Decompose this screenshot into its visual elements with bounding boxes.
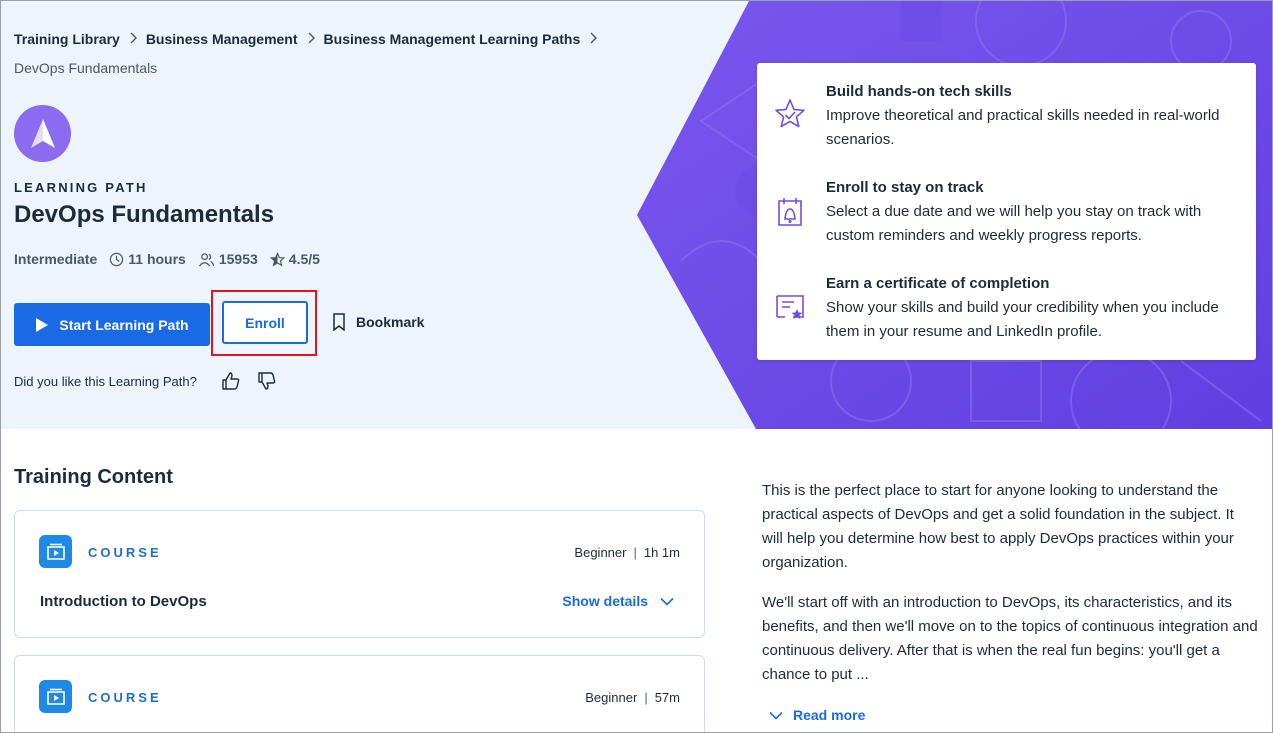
read-more-button[interactable]: Read more	[769, 707, 865, 723]
benefit-title: Build hands-on tech skills	[826, 83, 1012, 100]
bookmark-icon	[333, 313, 345, 331]
course-name[interactable]: Introduction to DevOps	[40, 593, 207, 610]
course-icon	[39, 535, 72, 568]
chevron-down-icon	[660, 597, 674, 606]
benefit-description: Show your skills and build your credibil…	[826, 299, 1219, 340]
navigation-arrow-icon	[30, 118, 55, 148]
description-paragraph: We'll start off with an introduction to …	[762, 594, 1258, 683]
learners-info: 15953	[198, 251, 258, 267]
benefits-panel: Build hands-on tech skills Improve theor…	[757, 63, 1256, 360]
start-learning-path-label: Start Learning Path	[59, 316, 189, 333]
play-icon	[36, 317, 49, 332]
breadcrumb-business-management[interactable]: Business Management	[146, 31, 298, 47]
course-meta: Beginner | 57m	[585, 690, 680, 705]
rating-info: 4.5/5	[269, 251, 320, 267]
learning-path-logo	[14, 105, 71, 162]
chevron-right-icon	[129, 31, 137, 47]
calendar-bell-icon	[778, 198, 802, 226]
breadcrumb-learning-paths[interactable]: Business Management Learning Paths	[324, 31, 581, 47]
course-duration: 1h 1m	[643, 545, 680, 560]
chevron-right-icon	[589, 31, 598, 47]
benefit-title: Enroll to stay on track	[826, 179, 984, 196]
clock-icon	[110, 252, 124, 266]
show-details-button[interactable]: Show details	[562, 593, 674, 609]
benefit-description: Select a due date and we will help you s…	[826, 203, 1202, 244]
breadcrumb: Training Library Business Management Bus…	[14, 31, 606, 47]
course-type-label: COURSE	[88, 690, 162, 705]
duration-info: 11 hours	[109, 251, 186, 267]
feedback-row: Did you like this Learning Path?	[14, 371, 277, 391]
hero-banner: Training Library Business Management Bus…	[1, 1, 1272, 429]
bookmark-label: Bookmark	[356, 314, 425, 330]
chevron-right-icon	[307, 31, 315, 47]
course-card[interactable]: COURSE Beginner | 57m	[14, 655, 705, 732]
page: Training Library Business Management Bus…	[0, 0, 1273, 733]
learners-count: 15953	[218, 251, 258, 267]
certificate-icon	[776, 295, 804, 319]
breadcrumb-current: DevOps Fundamentals	[14, 60, 158, 76]
course-meta: Beginner | 1h 1m	[574, 545, 680, 560]
thumbs-up-icon[interactable]	[221, 371, 241, 391]
course-icon	[39, 680, 72, 713]
course-card[interactable]: COURSE Beginner | 1h 1m Introduction to De…	[14, 510, 705, 638]
content-type-label: LEARNING PATH	[14, 180, 148, 195]
start-learning-path-button[interactable]: Start Learning Path	[14, 303, 210, 346]
training-content-title: Training Content	[14, 466, 173, 488]
show-details-label: Show details	[562, 593, 648, 609]
course-duration: 57m	[654, 690, 680, 705]
feedback-question: Did you like this Learning Path?	[14, 373, 197, 389]
description-paragraph: This is the perfect place to start for a…	[762, 482, 1234, 571]
benefit-title: Earn a certificate of completion	[826, 275, 1050, 292]
read-more-label: Read more	[793, 707, 866, 723]
course-level: Beginner	[585, 690, 638, 705]
rating-value: 4.5/5	[288, 251, 320, 267]
highlight-box	[211, 290, 317, 356]
page-title: DevOps Fundamentals	[14, 201, 275, 228]
star-half-icon	[269, 251, 285, 266]
users-icon	[198, 252, 214, 266]
thumbs-down-icon[interactable]	[257, 371, 277, 391]
duration-value: 11 hours	[128, 251, 186, 267]
chevron-down-icon	[769, 711, 783, 720]
level-badge: Intermediate	[14, 251, 98, 267]
bookmark-button[interactable]: Bookmark	[332, 313, 424, 331]
course-level: Beginner	[574, 545, 627, 560]
breadcrumb-training-library[interactable]: Training Library	[14, 31, 120, 47]
star-check-icon	[775, 99, 805, 128]
path-meta: Intermediate 11 hours 15953 4.5/5	[14, 251, 332, 267]
course-type-label: COURSE	[88, 545, 162, 560]
benefit-description: Improve theoretical and practical skills…	[826, 107, 1220, 148]
